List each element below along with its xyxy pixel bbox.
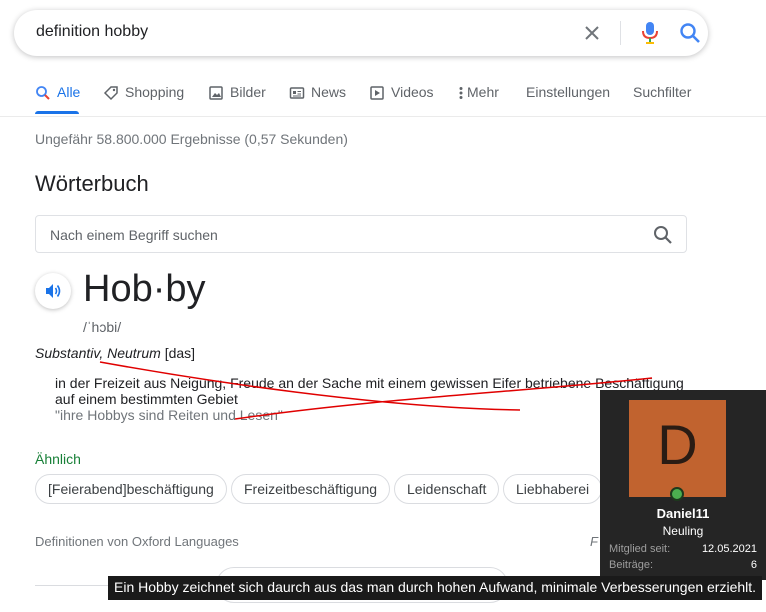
dictionary-search-input[interactable]: Nach einem Begriff suchen	[35, 215, 687, 253]
tab-alle[interactable]: Alle	[35, 84, 81, 114]
tab-label: Shopping	[125, 84, 185, 100]
similar-chip[interactable]: Leidenschaft	[394, 474, 500, 504]
microphone-icon[interactable]	[638, 20, 662, 46]
tab-label: Suchfilter	[633, 84, 692, 100]
video-icon	[369, 85, 385, 101]
dictionary-source: Definitionen von Oxford Languages	[35, 534, 239, 549]
member-since-value: 12.05.2021	[701, 543, 757, 555]
tab-suchfilter[interactable]: Suchfilter	[633, 84, 691, 114]
user-name[interactable]: Daniel11	[600, 506, 766, 521]
image-icon	[208, 85, 224, 101]
user-profile-card: D Daniel11 Neuling Mitglied seit: 12.05.…	[600, 390, 766, 580]
part-of-speech-article: [das]	[164, 345, 196, 361]
tab-videos[interactable]: Videos	[369, 84, 434, 114]
member-since-label: Mitglied seit:	[609, 543, 671, 555]
posts-value: 6	[750, 559, 757, 571]
similar-chip[interactable]: Liebhaberei	[503, 474, 603, 504]
member-since-row: Mitglied seit: 12.05.2021	[609, 543, 757, 555]
search-icon[interactable]	[652, 224, 674, 246]
part-of-speech-type: Substantiv, Neutrum	[35, 345, 161, 361]
avatar-letter: D	[657, 413, 698, 476]
active-tab-indicator	[35, 111, 79, 114]
tab-mehr[interactable]: Mehr	[457, 84, 499, 114]
example-sentence: "ihre Hobbys sind Reiten und Lesen"	[55, 407, 283, 423]
part-of-speech: Substantiv, Neutrum [das]	[35, 345, 195, 361]
tab-shopping[interactable]: Shopping	[103, 84, 184, 114]
tab-label: Mehr	[467, 84, 499, 100]
similar-chip[interactable]: [Feierabend]beschäftigung	[35, 474, 227, 504]
similar-chip[interactable]: Freizeitbeschäftigung	[231, 474, 391, 504]
online-status-icon	[670, 487, 684, 501]
search-box[interactable]: definition hobby	[14, 10, 708, 56]
tab-label: Bilder	[230, 84, 266, 100]
speaker-icon	[46, 284, 61, 298]
posts-label: Beiträge:	[609, 559, 654, 571]
user-rank: Neuling	[662, 524, 704, 538]
pronunciation-button[interactable]	[35, 273, 71, 309]
newspaper-icon	[289, 85, 305, 101]
dictionary-search-placeholder: Nach einem Begriff suchen	[50, 227, 218, 243]
feedback-link[interactable]: F	[590, 534, 598, 549]
tab-label: Alle	[57, 84, 81, 100]
posts-row: Beiträge: 6	[609, 559, 757, 571]
tab-bilder[interactable]: Bilder	[208, 84, 266, 114]
headword: Hob·by	[83, 268, 206, 310]
tab-label: News	[311, 84, 347, 100]
clear-icon[interactable]	[580, 21, 604, 45]
dictionary-title: Wörterbuch	[35, 171, 149, 196]
similar-label: Ähnlich	[35, 451, 81, 467]
search-divider	[620, 21, 621, 45]
tag-icon	[103, 85, 119, 101]
tabs-divider	[0, 116, 766, 117]
result-stats: Ungefähr 58.800.000 Ergebnisse (0,57 Sek…	[35, 131, 348, 147]
tab-label: Einstellungen	[526, 84, 611, 100]
tab-label: Videos	[391, 84, 434, 100]
more-vert-icon	[457, 85, 465, 101]
avatar[interactable]: D	[629, 400, 726, 497]
tab-einstellungen[interactable]: Einstellungen	[526, 84, 610, 114]
phonetic: /ˈhɔbi/	[83, 319, 122, 335]
search-icon	[35, 85, 51, 101]
caption-overlay: Ein Hobby zeichnet sich daurch aus das m…	[108, 576, 763, 600]
search-query[interactable]: definition hobby	[36, 23, 148, 41]
definition-text: in der Freizeit aus Neigung, Freude an d…	[55, 375, 684, 407]
tab-news[interactable]: News	[289, 84, 346, 114]
search-icon[interactable]	[678, 21, 702, 45]
